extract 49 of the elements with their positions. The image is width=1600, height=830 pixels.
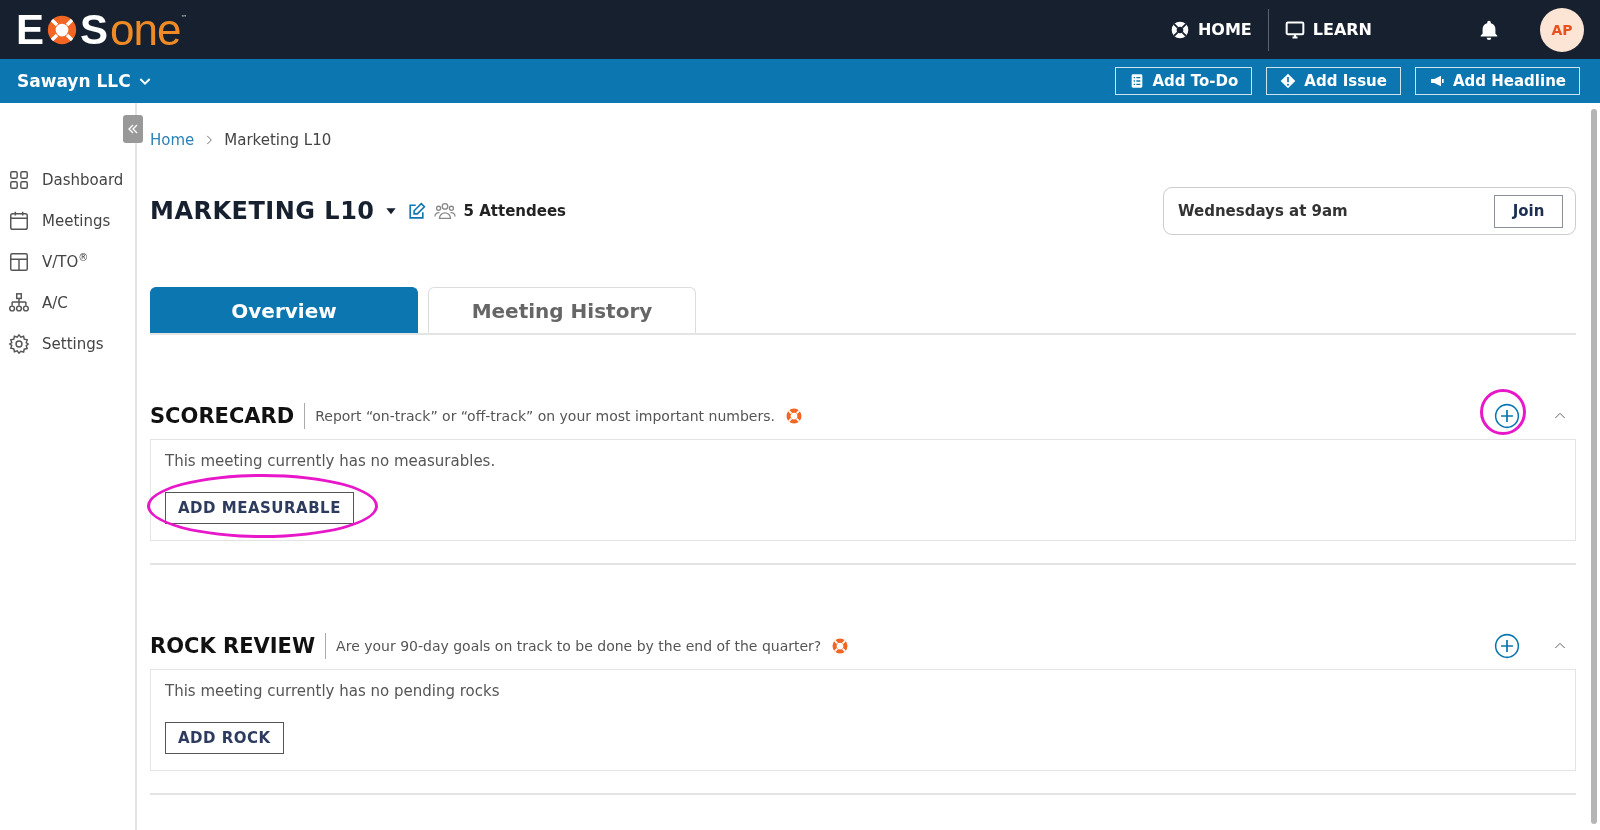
logo-letter: E: [16, 8, 44, 51]
diamond-exclamation-icon: [1280, 73, 1297, 89]
scrollbar-thumb[interactable]: [1591, 109, 1597, 824]
sidebar-item[interactable]: Settings: [0, 323, 135, 364]
breadcrumb-link[interactable]: Home: [150, 131, 195, 149]
lifebuoy-icon: [1169, 19, 1190, 40]
attendees-count: 5 Attendees: [463, 202, 567, 220]
section-title: SCORECARD: [150, 403, 306, 429]
schedule-text: Wednesdays at 9am: [1178, 202, 1348, 220]
gear-icon: [8, 332, 30, 355]
lifebuoy-icon: [831, 637, 850, 655]
edit-icon[interactable]: [406, 201, 426, 221]
empty-state-text: This meeting currently has no measurables.: [165, 452, 497, 470]
nav-link[interactable]: LEARN: [1268, 19, 1388, 40]
highlight-circle: [1480, 389, 1526, 435]
notification-bell-icon[interactable]: [1478, 18, 1500, 41]
action-button[interactable]: Add Issue: [1266, 67, 1401, 95]
section-description: Are your 90-day goals on track to be done by the end of the quarter?: [336, 638, 822, 654]
sidebar-item[interactable]: Dashboard: [0, 159, 135, 200]
megaphone-icon: [1428, 73, 1445, 89]
organization-dropdown[interactable]: Sawayn LLC: [17, 71, 153, 91]
sidebar-item[interactable]: Meetings: [0, 200, 135, 241]
calendar-icon: [8, 209, 30, 232]
sidebar-item[interactable]: A/C: [0, 282, 135, 323]
action-button[interactable]: Add Headline: [1414, 67, 1580, 95]
add-icon[interactable]: [1494, 633, 1520, 659]
nav-link[interactable]: HOME: [1153, 19, 1268, 40]
tab[interactable]: Overview: [150, 287, 418, 333]
breadcrumb-current: Marketing L10: [224, 131, 332, 149]
logo-letter: S: [80, 8, 109, 51]
section-title: ROCK REVIEW: [150, 633, 327, 659]
meeting-title: MARKETING L10: [150, 197, 375, 225]
layout-icon: [8, 250, 30, 273]
org-chart-icon: [8, 291, 30, 314]
tab[interactable]: Meeting History: [428, 287, 696, 333]
collapse-sidebar-button[interactable]: [123, 115, 143, 143]
grid-icon: [8, 168, 30, 191]
add-button[interactable]: ADD ROCK: [165, 722, 284, 754]
join-button[interactable]: Join: [1494, 194, 1563, 228]
add-icon[interactable]: [1494, 403, 1520, 429]
logo-text: one: [110, 7, 181, 52]
monitor-icon: [1284, 19, 1305, 40]
lifebuoy-icon: [784, 407, 803, 425]
people-icon: [433, 200, 456, 222]
add-button[interactable]: ADD MEASURABLE: [165, 492, 354, 524]
sidebar-item[interactable]: V/TO$^{®}$: [0, 241, 135, 282]
action-button[interactable]: Add To-Do: [1114, 67, 1253, 95]
section-description: Report “on-track” or “off-track” on your most important numbers.: [315, 408, 775, 424]
empty-state-text: This meeting currently has no pending rocks: [165, 682, 501, 700]
